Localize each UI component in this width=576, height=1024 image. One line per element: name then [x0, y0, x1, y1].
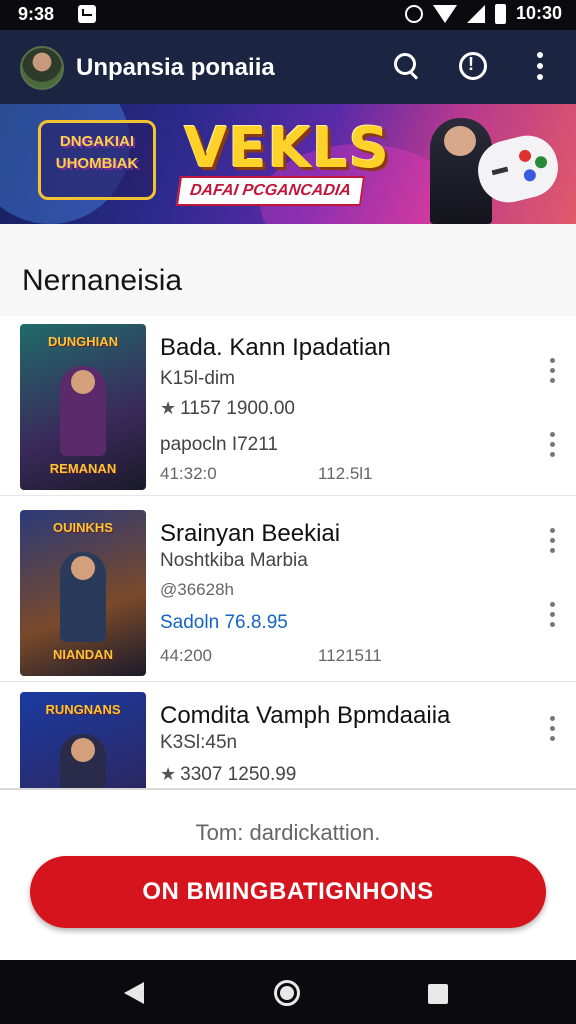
- thumbnail-character: [60, 552, 106, 642]
- alert-icon[interactable]: [453, 46, 493, 86]
- item-more-icon[interactable]: [542, 714, 562, 744]
- footer: Tom: dardickattion. ON BMINGBATIGNHONS: [0, 790, 576, 960]
- banner-badge: DNGAKIAI UHOMBIAK: [38, 120, 156, 200]
- game-thumbnail[interactable]: DUNGHIAN REMANAN: [20, 324, 146, 490]
- primary-cta-button[interactable]: ON BMINGBATIGNHONS: [30, 856, 546, 928]
- app-title: Unpansia ponaiia: [76, 54, 275, 81]
- status-time-left: 9:38: [18, 4, 55, 24]
- signal-icon: [466, 4, 485, 23]
- search-icon[interactable]: [386, 46, 426, 86]
- item-meta-right: 112.5l1: [318, 464, 373, 483]
- item-rating-value: 3307 1250.99: [180, 764, 297, 785]
- avatar[interactable]: [20, 46, 64, 90]
- item-meta-left: 44:200: [160, 646, 212, 665]
- wifi-icon: [432, 4, 457, 23]
- thumbnail-character: [60, 366, 106, 456]
- item-title: Comdita Vamph Bpmdaaiia: [160, 702, 451, 729]
- more-options-icon[interactable]: [520, 46, 560, 86]
- status-time-right: 10:30: [515, 3, 562, 23]
- status-bar: 9:38 10:30: [0, 0, 576, 30]
- banner-badge-line1: DNGAKIAI: [59, 133, 135, 150]
- item-price[interactable]: Sadoln 76.8.95: [160, 612, 288, 634]
- system-nav-bar: [0, 960, 576, 1024]
- star-icon: ★: [160, 764, 177, 784]
- thumbnail-caption: REMANAN: [49, 461, 117, 476]
- item-more-icon[interactable]: [542, 600, 562, 630]
- item-rating: ★ 3307 1250.99: [160, 764, 296, 786]
- list-item[interactable]: DUNGHIAN REMANAN Bada. Kann Ipadatian K1…: [0, 316, 576, 496]
- app-bar: Unpansia ponaiia: [0, 30, 576, 104]
- item-subtitle: K3Sl:45n: [160, 732, 238, 753]
- item-more-icon[interactable]: [542, 526, 562, 556]
- item-meta-right: 1121511: [318, 646, 382, 665]
- game-thumbnail[interactable]: RUNGNANS: [20, 692, 146, 788]
- banner-badge-line2: UHOMBIAK: [55, 155, 139, 172]
- thumbnail-title: DUNGHIAN: [47, 334, 119, 349]
- thumbnail-title: OUINKHS: [53, 520, 113, 535]
- status-icons: 10:30: [404, 3, 562, 24]
- item-more-icon[interactable]: [542, 430, 562, 460]
- item-title: Srainyan Beekiai: [160, 520, 341, 547]
- section-title: Nernaneisia: [22, 264, 183, 297]
- game-thumbnail[interactable]: OUINKHS NIANDAN: [20, 510, 146, 676]
- thumbnail-title: RUNGNANS: [45, 702, 121, 717]
- back-icon[interactable]: [124, 982, 144, 1004]
- promo-banner[interactable]: DNGAKIAI UHOMBIAK VEKLS DAFAI PCGANCADIA: [0, 104, 576, 224]
- home-icon[interactable]: [274, 980, 300, 1006]
- notification-icon: [78, 5, 96, 23]
- item-subtitle: Noshtkiba Marbia: [160, 550, 308, 571]
- alarm-icon: [404, 4, 423, 23]
- battery-icon: [494, 3, 506, 24]
- item-rating-value: 1157 1900.00: [180, 398, 295, 419]
- item-rating: ★ 1157 1900.00: [160, 398, 295, 420]
- item-code: @36628h: [160, 580, 234, 599]
- banner-headline: VEKLS: [184, 116, 391, 181]
- item-title: Bada. Kann Ipadatian: [160, 334, 391, 361]
- recent-apps-icon[interactable]: [428, 984, 448, 1004]
- item-detail: papocln I7211: [160, 434, 278, 455]
- section-header: Nernaneisia: [0, 224, 576, 316]
- list-item[interactable]: RUNGNANS Comdita Vamph Bpmdaaiia K3Sl:45…: [0, 684, 576, 788]
- item-meta-left: 41:32:0: [160, 464, 217, 483]
- item-subtitle: K15l-dim: [160, 368, 235, 389]
- game-list: DUNGHIAN REMANAN Bada. Kann Ipadatian K1…: [0, 316, 576, 788]
- list-item[interactable]: OUINKHS NIANDAN Srainyan Beekiai Noshtki…: [0, 502, 576, 682]
- thumbnail-character: [60, 734, 106, 788]
- item-more-icon[interactable]: [542, 356, 562, 386]
- thumbnail-caption: NIANDAN: [53, 647, 113, 662]
- footer-text: Tom: dardickattion.: [195, 820, 381, 845]
- star-icon: ★: [160, 398, 177, 418]
- banner-subline: DAFAI PCGANCADIA: [175, 176, 365, 206]
